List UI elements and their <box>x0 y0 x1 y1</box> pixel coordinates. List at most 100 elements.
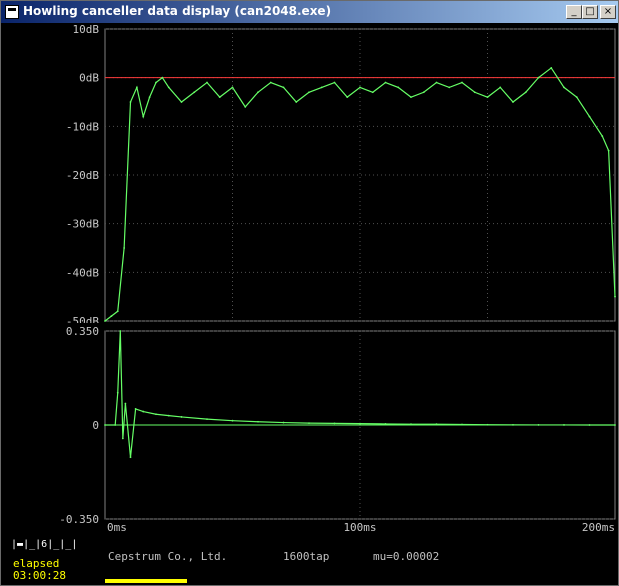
progress-bar <box>105 579 187 583</box>
spectrum-data-point <box>486 96 489 99</box>
spectrum-data-point <box>180 101 183 103</box>
spectrum-data-point <box>371 91 374 94</box>
cepstrum-data-point <box>114 424 117 426</box>
cepstrum-data-point <box>180 416 183 418</box>
channel-box-2[interactable]: _ <box>29 539 35 550</box>
cepstrum-data-point <box>124 402 127 405</box>
spectrum-y-tick-label: 0dB <box>79 72 99 85</box>
spectrum-data-point <box>473 91 476 94</box>
spectrum-y-tick-label: -50dB <box>66 315 99 323</box>
spectrum-data-point <box>614 295 616 298</box>
channel-selector[interactable]: |▬|_|6|_|_| <box>11 539 77 550</box>
cepstrum-x-tick-label: 100ms <box>343 521 376 534</box>
cepstrum-data-point <box>119 330 122 332</box>
cepstrum-data-point <box>282 421 285 424</box>
spectrum-data-point <box>148 96 151 99</box>
cepstrum-data-point <box>116 391 119 394</box>
channel-box-1[interactable]: ▬ <box>17 539 23 550</box>
spectrum-data-point <box>359 86 361 89</box>
spectrum-data-point <box>601 135 604 137</box>
app-icon[interactable] <box>5 5 19 19</box>
spectrum-data-point <box>575 96 578 99</box>
spectrum-data-point <box>231 86 234 89</box>
spectrum-data-point <box>346 96 349 99</box>
spectrum-y-tick-label: -20dB <box>66 169 99 182</box>
spectrum-data-point <box>218 96 221 99</box>
spectrum-data-point <box>244 105 247 108</box>
cepstrum-data-point <box>155 413 157 416</box>
cepstrum-data-point <box>537 424 540 426</box>
spectrum-data-point <box>193 91 196 94</box>
spectrum-data-point <box>123 247 126 249</box>
spectrum-data-point <box>269 81 272 84</box>
spectrum-data-point <box>461 81 463 84</box>
spectrum-data-point <box>384 81 387 84</box>
spectrum-data-point <box>155 81 157 84</box>
app-window: Howling canceller data display (can2048.… <box>0 0 619 586</box>
cepstrum-data-point <box>512 423 514 426</box>
channel-box-3[interactable]: 6 <box>41 539 47 550</box>
channel-box-5[interactable]: _ <box>65 539 71 550</box>
elapsed-time: 03:00:28 <box>13 569 66 582</box>
cepstrum-data-point <box>435 423 438 426</box>
cepstrum-series-line <box>105 330 616 458</box>
spectrum-data-point <box>607 149 610 152</box>
spectrum-y-tick-label: -10dB <box>66 120 99 133</box>
cepstrum-data-point <box>121 437 124 440</box>
cepstrum-data-point <box>231 419 234 422</box>
spectrum-y-tick-label: 10dB <box>73 23 100 36</box>
spectrum-data-point <box>512 101 514 103</box>
spectrum-data-point <box>524 91 527 94</box>
spectrum-data-point <box>499 86 502 89</box>
spectrum-data-point <box>142 115 145 118</box>
minimize-button[interactable]: _ <box>566 5 582 19</box>
cepstrum-data-point <box>333 422 336 425</box>
spectrum-data-point <box>410 96 412 99</box>
spectrum-data-point <box>550 67 553 69</box>
spectrum-data-point <box>257 91 259 94</box>
cepstrum-data-point <box>134 407 137 410</box>
cepstrum-data-point <box>104 424 106 426</box>
spectrum-data-point <box>422 91 425 94</box>
spectrum-data-point <box>167 86 170 89</box>
spectrum-data-point <box>206 81 208 84</box>
cepstrum-data-point <box>588 424 591 426</box>
spectrum-chart: 10dB0dB-10dB-20dB-30dB-40dB-50dB0Hz1kHz2… <box>66 23 616 323</box>
spectrum-data-point <box>116 310 119 313</box>
spectrum-y-tick-label: -30dB <box>66 218 99 231</box>
plot-area: 10dB0dB-10dB-20dB-30dB-40dB-50dB0Hz1kHz2… <box>1 23 618 585</box>
cepstrum-data-point <box>167 414 170 417</box>
cepstrum-y-tick-label: 0 <box>92 419 99 432</box>
spectrum-y-tick-label: -40dB <box>66 266 99 279</box>
spectrum-data-point <box>282 86 285 89</box>
cepstrum-data-point <box>461 423 463 426</box>
spectrum-data-point <box>563 86 565 89</box>
title-bar[interactable]: Howling canceller data display (can2048.… <box>1 1 618 23</box>
spectrum-data-point <box>588 115 591 118</box>
close-button[interactable]: × <box>600 5 616 19</box>
cepstrum-data-point <box>563 424 565 426</box>
cepstrum-y-tick-label: 0.350 <box>66 325 99 338</box>
channel-box-4[interactable]: _ <box>53 539 59 550</box>
tap-count: 1600tap <box>283 550 330 563</box>
spectrum-data-point <box>448 86 451 89</box>
cepstrum-data-point <box>142 410 145 413</box>
cepstrum-x-tick-label: 0ms <box>107 521 127 534</box>
cepstrum-data-point <box>308 422 310 425</box>
spectrum-data-point <box>397 86 400 89</box>
cepstrum-x-tick-label: 200ms <box>582 521 615 534</box>
cepstrum-chart: 0.350 0 -0.350 0ms 100ms 200ms <box>59 325 616 534</box>
cepstrum-data-point <box>410 423 412 426</box>
window-title: Howling canceller data display (can2048.… <box>23 4 332 18</box>
spectrum-data-point <box>135 86 138 89</box>
cepstrum-data-point <box>384 423 387 425</box>
cepstrum-data-point <box>129 456 132 459</box>
spectrum-data-point <box>320 86 323 89</box>
cepstrum-data-point <box>206 418 208 420</box>
spectrum-data-point <box>161 76 164 79</box>
spectrum-data-point <box>308 91 310 94</box>
spectrum-data-point <box>333 81 336 84</box>
maximize-button[interactable]: □ <box>582 5 598 19</box>
progress-track <box>105 579 617 583</box>
spectrum-data-point <box>104 320 106 322</box>
